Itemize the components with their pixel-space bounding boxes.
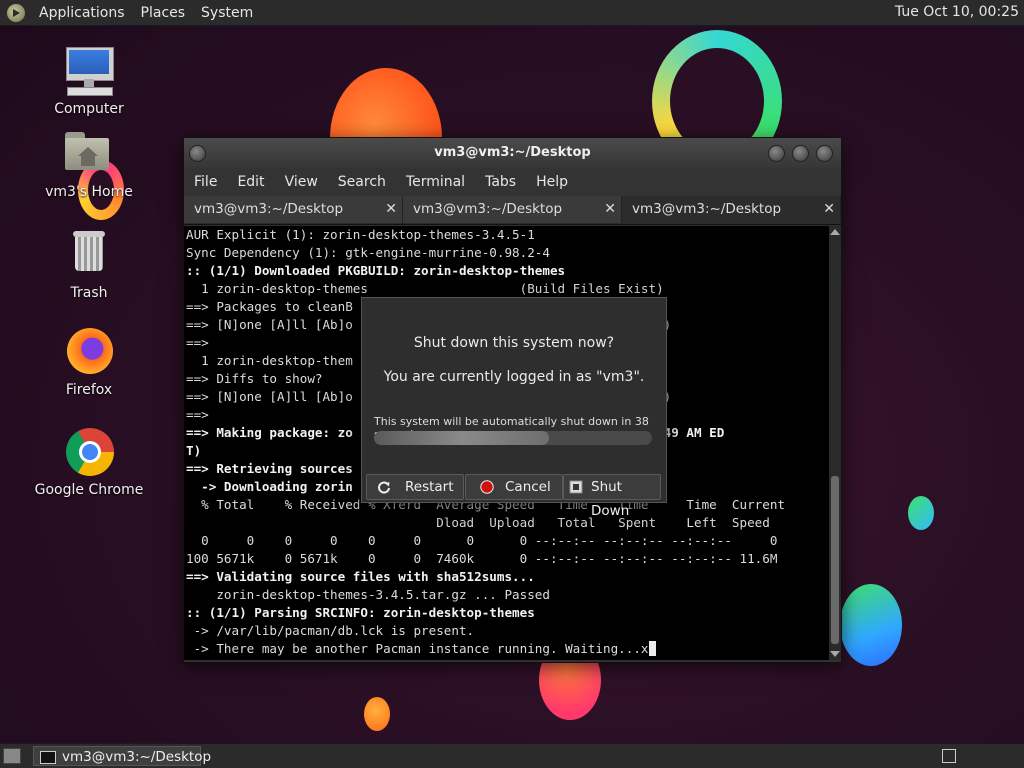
desktop-icon-label: vm3's Home (45, 184, 133, 200)
trash-icon (63, 229, 115, 281)
term-line: Dload Upload Total Spent Left Speed (186, 515, 770, 530)
term-line: :: (1/1) Parsing SRCINFO: zorin-desktop-… (186, 605, 535, 620)
shutdown-dialog: Shut down this system now? You are curre… (361, 297, 667, 519)
window-title: vm3@vm3:~/Desktop (434, 145, 591, 160)
distro-logo-icon[interactable] (7, 3, 25, 22)
term-line: 0 0 0 0 0 0 0 0 --:--:-- --:--:-- --:--:… (186, 533, 778, 548)
window-menu-icon[interactable] (189, 145, 206, 162)
menu-view[interactable]: View (275, 174, 328, 190)
restart-button[interactable]: Restart (366, 474, 464, 500)
applications-menu[interactable]: Applications (31, 5, 133, 21)
menu-edit[interactable]: Edit (227, 174, 274, 190)
term-line: -> /var/lib/pacman/db.lck is present. (186, 623, 475, 638)
taskbar-item-terminal[interactable]: vm3@vm3:~/Desktop (33, 746, 211, 766)
terminal-tab-1[interactable]: vm3@vm3:~/Desktop ✕ (184, 196, 403, 223)
terminal-cursor (648, 641, 656, 656)
restart-icon (378, 481, 390, 494)
chrome-icon (63, 426, 115, 478)
desktop-icon-label: Google Chrome (34, 482, 144, 498)
tab-label: vm3@vm3:~/Desktop (413, 201, 563, 217)
workspace-switcher-icon[interactable] (942, 749, 956, 763)
window-titlebar[interactable]: vm3@vm3:~/Desktop (184, 138, 841, 168)
places-menu[interactable]: Places (133, 5, 194, 21)
cancel-icon (480, 480, 494, 494)
desktop-icon-label: Firefox (65, 382, 113, 398)
shutdown-label: Shut Down (591, 479, 630, 519)
computer-icon (63, 45, 115, 97)
term-line: ==> (186, 335, 209, 350)
desktop-icon-chrome[interactable]: Google Chrome (34, 426, 144, 498)
term-line: 1 zorin-desktop-themes (Build Files Exis… (186, 281, 664, 296)
close-icon[interactable] (816, 145, 833, 162)
bottom-panel: vm3@vm3:~/Desktop (0, 743, 1024, 768)
countdown-progress-bar (374, 431, 652, 445)
terminal-tab-2[interactable]: vm3@vm3:~/Desktop ✕ (403, 196, 622, 223)
desktop-icon-label: Trash (70, 285, 108, 301)
terminal-tabbar: vm3@vm3:~/Desktop ✕ vm3@vm3:~/Desktop ✕ … (184, 196, 841, 225)
maximize-icon[interactable] (792, 145, 809, 162)
term-line: -> There may be another Pacman instance … (186, 641, 649, 656)
menu-tabs[interactable]: Tabs (475, 174, 526, 190)
term-line: Sync Dependency (1): gtk-engine-murrine-… (186, 245, 550, 260)
term-line: :: (1/1) Downloaded PKGBUILD: zorin-desk… (186, 263, 566, 278)
desktop-icon-computer[interactable]: Computer (34, 45, 144, 117)
cancel-label: Cancel (505, 479, 551, 495)
term-line: -> Downloading zorin (186, 479, 353, 494)
term-line: 100 5671k 0 5671k 0 0 7460k 0 --:--:-- -… (186, 551, 778, 566)
tab-label: vm3@vm3:~/Desktop (194, 201, 344, 217)
desktop-icon-home[interactable]: vm3's Home (34, 128, 144, 200)
cancel-button[interactable]: Cancel (465, 474, 563, 500)
desktop-icon-trash[interactable]: Trash (34, 229, 144, 301)
shutdown-button[interactable]: Shut Down (563, 474, 661, 519)
menu-help[interactable]: Help (526, 174, 578, 190)
dialog-question: Shut down this system now? (413, 335, 615, 351)
terminal-icon (40, 751, 56, 764)
firefox-icon (63, 326, 115, 378)
panel-clock[interactable]: Tue Oct 10, 00:25 (895, 4, 1019, 20)
terminal-menubar: File Edit View Search Terminal Tabs Help (184, 168, 841, 196)
term-line: ==> Diffs to show? (186, 371, 323, 386)
term-line: ==> (186, 407, 209, 422)
menu-file[interactable]: File (184, 174, 227, 190)
countdown-progress-fill (374, 431, 550, 445)
minimize-icon[interactable] (768, 145, 785, 162)
dialog-logged-in-text: You are currently logged in as "vm3". (383, 369, 645, 385)
home-folder-icon (63, 128, 115, 180)
scroll-down-icon[interactable] (830, 651, 840, 657)
terminal-tab-3[interactable]: vm3@vm3:~/Desktop ✕ (622, 196, 841, 223)
term-line: AUR Explicit (1): zorin-desktop-themes-3… (186, 227, 535, 242)
tab-close-icon[interactable]: ✕ (385, 196, 397, 223)
top-panel: Applications Places System Tue Oct 10, 0… (0, 0, 1024, 26)
system-menu[interactable]: System (193, 5, 261, 21)
scrollbar-thumb[interactable] (831, 476, 839, 644)
term-line: zorin-desktop-themes-3.4.5.tar.gz ... Pa… (186, 587, 550, 602)
term-line: ==> Packages to cleanB (186, 299, 353, 314)
desktop-icon-firefox[interactable]: Firefox (34, 326, 144, 398)
desktop-icon-label: Computer (54, 101, 124, 117)
tab-label: vm3@vm3:~/Desktop (632, 201, 782, 217)
menu-search[interactable]: Search (328, 174, 396, 190)
terminal-scrollbar[interactable] (829, 226, 841, 660)
shutdown-icon (569, 480, 583, 494)
tab-close-icon[interactable]: ✕ (604, 196, 616, 223)
scroll-up-icon[interactable] (830, 229, 840, 235)
tab-close-icon[interactable]: ✕ (823, 196, 835, 223)
term-line: ==> Retrieving sources (186, 461, 353, 476)
term-line: T) (186, 443, 202, 458)
taskbar-item-label: vm3@vm3:~/Desktop (62, 749, 212, 765)
menu-terminal[interactable]: Terminal (396, 174, 475, 190)
restart-label: Restart (405, 479, 454, 495)
term-line: ==> Validating source files with sha512s… (186, 569, 535, 584)
show-desktop-icon[interactable] (3, 748, 21, 764)
